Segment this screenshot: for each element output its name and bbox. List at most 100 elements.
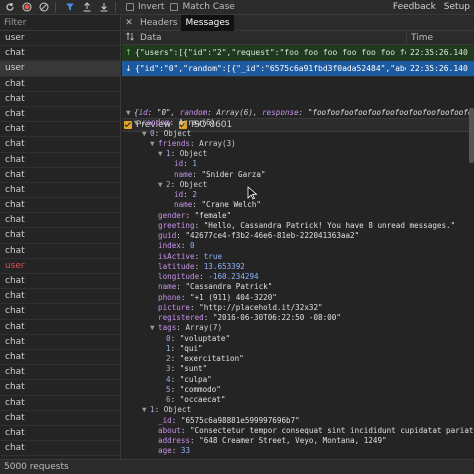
tree-line-content: 0: "voluptate" [166,333,231,343]
tree-line: _id: "6575c6a98881e599997696b7" [122,416,474,426]
match-case-toggle[interactable]: Match Case [170,2,235,12]
invert-checkbox[interactable] [126,3,134,11]
list-item[interactable]: chat [0,380,120,396]
tree-line: name: "Cassandra Patrick" [122,282,474,292]
clear-icon[interactable] [37,0,51,14]
data-column-header[interactable]: Data [140,33,162,43]
list-item[interactable]: chat [0,168,120,183]
setup-link[interactable]: Setup [440,2,474,12]
expand-toggle-icon[interactable]: ▼ [158,180,166,190]
expand-toggle-icon[interactable]: ▼ [126,108,134,118]
tree-line[interactable]: ▼ 1: Object [122,405,474,415]
tree-line-content: guid: "42677ce4-f3b2-46e6-81eb-222041363… [158,231,360,240]
tree-line: 4: "culpa" [122,375,474,385]
expand-toggle-icon[interactable]: ▼ [142,129,150,139]
close-icon[interactable]: ✕ [122,18,136,28]
list-item[interactable]: chat [0,244,120,259]
list-item[interactable]: chat [0,289,120,305]
tree-line: greeting: "Hello, Cassandra Patrick! You… [122,221,474,231]
feedback-link[interactable]: Feedback [389,2,440,12]
list-item[interactable]: chat [0,183,120,199]
tree-line: longitude: -160.234294 [122,272,474,282]
list-item[interactable]: chat [0,198,120,214]
toolbar: Invert Match Case Feedback Setup [0,0,474,15]
invert-toggle[interactable]: Invert [126,2,164,12]
list-item[interactable]: chat [0,92,120,107]
download-icon[interactable] [97,0,111,14]
list-item[interactable]: chat [0,107,120,123]
tree-line[interactable]: ▼ 1: Object [122,149,474,159]
tree-line[interactable]: ▼ 2: Object [122,180,474,190]
match-case-label: Match Case [182,2,235,12]
tree-line-content: 4: "culpa" [166,374,212,384]
message-data: {"users":[{"id":"2","request":"foo foo f… [135,48,406,57]
message-time: 22:35:26.140 [410,48,468,57]
tree-scrollbar[interactable] [469,108,474,163]
detail-panel: ✕ Headers Messages Data Time ↑ {"users":[… [122,15,474,459]
tree-line: gender: "female" [122,211,474,221]
tree-line-content: id: 2 [174,190,197,199]
list-item[interactable]: chat [0,213,120,229]
list-item[interactable]: chat [0,137,120,153]
list-item[interactable]: chat [0,396,120,411]
tree-line-content: 3: "sunt" [166,364,208,374]
list-item[interactable]: user [0,31,120,47]
expand-toggle-icon[interactable]: ▼ [142,405,150,415]
message-data: {"id":"0","random":[{"_id":"6575c6a91fbd… [135,64,406,73]
match-case-checkbox[interactable] [170,3,179,11]
mouse-cursor-icon [247,186,258,203]
expand-toggle-icon[interactable]: ▼ [150,323,158,333]
tree-line-content: gender: "female" [158,210,232,220]
list-item[interactable]: chat [0,426,120,442]
list-item[interactable]: user [0,259,120,274]
tree-line: 1: "qui" [122,344,474,354]
tree-line[interactable]: ▼ {id: "0", random: Array(6), response: "… [122,108,474,118]
tree-line: name: "Snider Garza" [122,170,474,180]
tab-headers[interactable]: Headers [136,15,181,31]
tree-line[interactable]: ▼ tags: Array(7) [122,323,474,333]
tree-line: id: 1 [122,159,474,169]
expand-toggle-icon[interactable]: ▼ [150,139,158,149]
tree-line[interactable]: ▼ 0: Object [122,129,474,139]
tree-line-content: latitude: 13.653392 [158,261,245,271]
tree-line[interactable]: ▼ friends: Array(3) [122,139,474,149]
tree-line-content: 5: "commodo" [166,384,221,394]
record-icon[interactable] [20,0,34,14]
list-item[interactable]: chat [0,411,120,426]
list-item[interactable]: chat [0,274,120,290]
tab-messages[interactable]: Messages [181,15,234,31]
filter-bar [0,15,120,31]
tree-line-content: random: Array(6) [142,118,216,128]
list-item[interactable]: chat [0,335,120,350]
tree-line[interactable]: ▼ random: Array(6) [122,118,474,128]
message-row[interactable]: ↓ {"id":"0","random":[{"_id":"6575c6a91fb… [122,61,474,77]
time-column-header[interactable]: Time [406,30,474,45]
list-item[interactable]: chat [0,441,120,457]
tree-line: isActive: true [122,252,474,262]
list-item[interactable]: user [0,61,120,77]
reload-icon[interactable] [3,0,17,14]
message-row[interactable]: ↑ {"users":[{"id":"2","request":"foo foo … [122,45,474,61]
list-item[interactable]: chat [0,365,120,381]
upload-icon[interactable] [80,0,94,14]
list-item[interactable]: chat [0,122,120,138]
list-item[interactable]: chat [0,77,120,92]
list-item[interactable]: chat [0,350,120,366]
list-item[interactable]: chat [0,46,120,62]
messages-header: Data Time [122,30,474,45]
tree-line: phone: "+1 (911) 404-3220" [122,293,474,303]
expand-toggle-icon[interactable]: ▼ [134,118,142,128]
list-item[interactable]: chat [0,153,120,168]
sort-icon[interactable] [126,31,134,44]
filter-input[interactable] [4,16,114,29]
tree-line-content: about: "Consectetur tempor consequat sin… [158,425,474,435]
list-item[interactable]: chat [0,228,120,244]
tree-line: id: 2 [122,190,474,200]
expand-toggle-icon[interactable]: ▼ [158,149,166,159]
list-item[interactable]: chat [0,304,120,320]
tree-line-content: phone: "+1 (911) 404-3220" [158,292,277,302]
message-rows: ↑ {"users":[{"id":"2","request":"foo foo … [122,45,474,77]
filter-icon[interactable] [63,0,77,14]
list-item[interactable]: chat [0,320,120,335]
tree-line: 2: "exercitation" [122,354,474,364]
